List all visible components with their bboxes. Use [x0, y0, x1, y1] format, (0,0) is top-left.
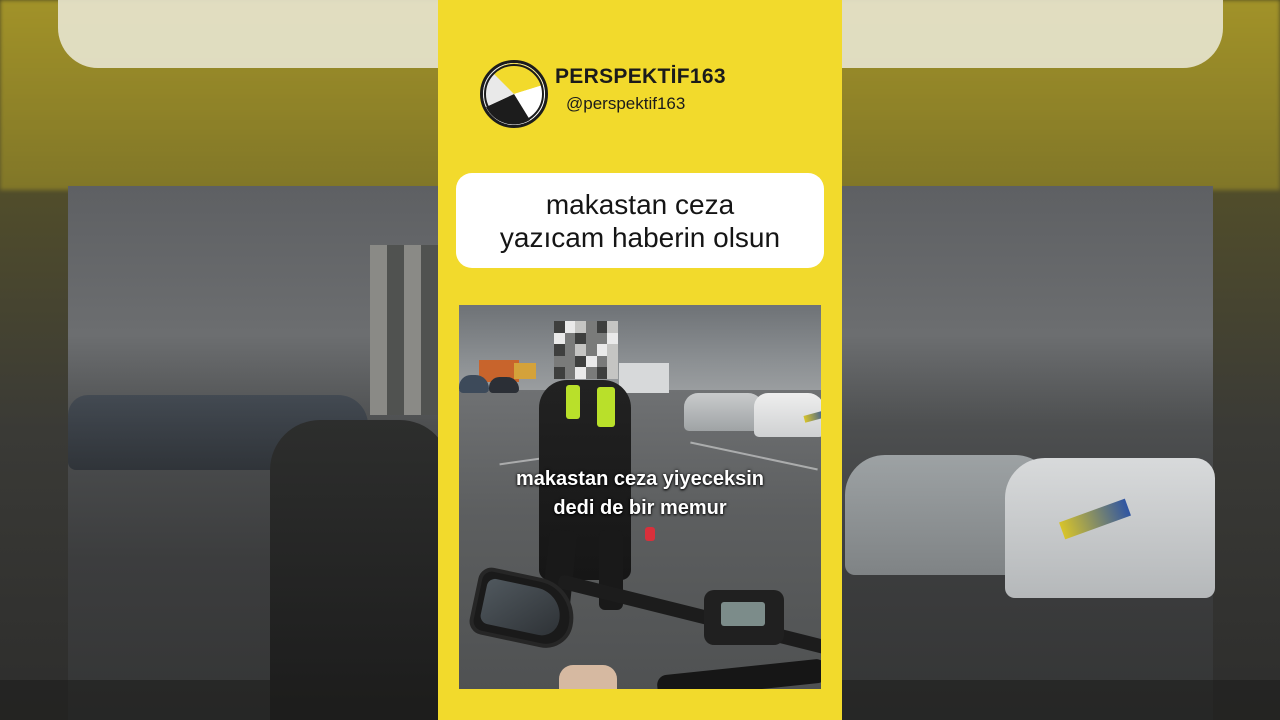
video-silver-car: [684, 393, 764, 431]
backdrop-officer: [270, 420, 450, 720]
video-officer-glove: [645, 527, 655, 541]
caption-line-2: yazıcam haberin olsun: [499, 221, 781, 253]
video-pixelated-face: [554, 321, 618, 379]
caption-box: makastan ceza yazıcam haberin olsun: [456, 173, 824, 268]
backdrop-police-car: [1005, 458, 1215, 598]
channel-header[interactable]: PERSPEKTİF163 @perspektif163: [480, 60, 800, 130]
video-frame[interactable]: makastan ceza yiyeceksin dedi de bir mem…: [459, 305, 821, 689]
video-vest-reflector: [597, 387, 615, 427]
video-subtitle: makastan ceza yiyeceksin dedi de bir mem…: [459, 465, 821, 523]
channel-name[interactable]: PERSPEKTİF163: [555, 65, 726, 89]
video-vest-reflector: [566, 385, 580, 419]
channel-handle[interactable]: @perspektif163: [566, 94, 685, 114]
perspektif-lens-logo-icon[interactable]: [480, 60, 548, 128]
video-parked-car: [459, 375, 489, 393]
subtitle-line-2: dedi de bir memur: [553, 497, 727, 519]
backdrop-pixelated-face: [370, 245, 438, 425]
video-construction-vehicle: [514, 363, 536, 379]
short-frame: PERSPEKTİF163 @perspektif163 makastan ce…: [438, 0, 842, 720]
subtitle-line-1: makastan ceza yiyeceksin: [516, 468, 764, 490]
video-dash-screen: [721, 602, 765, 626]
video-parked-car: [489, 377, 519, 393]
video-rider-hand: [559, 665, 617, 689]
caption-line-1: makastan ceza: [545, 188, 735, 220]
video-booth: [619, 363, 669, 393]
